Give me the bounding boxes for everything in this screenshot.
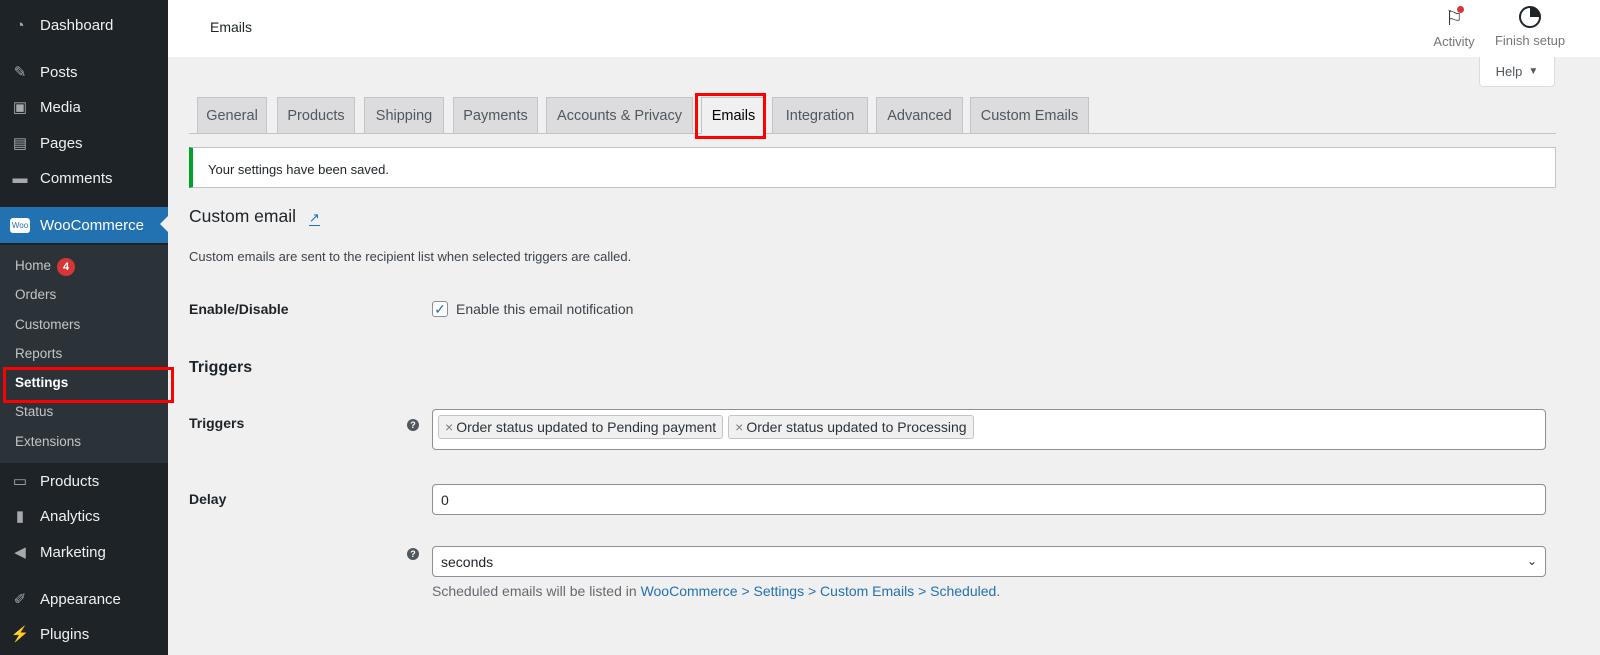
- menu-media[interactable]: ▣ Media: [0, 90, 168, 124]
- finish-setup-button[interactable]: Finish setup: [1492, 6, 1568, 48]
- tab-integration[interactable]: Integration: [772, 97, 868, 134]
- pin-icon: ✎: [13, 64, 27, 81]
- menu-label: Dashboard: [40, 16, 114, 34]
- remove-icon[interactable]: ×: [735, 419, 743, 435]
- plug-icon: ⚡: [10, 626, 30, 643]
- menu-pages[interactable]: ▤ Pages: [0, 126, 168, 160]
- section-description: Custom emails are sent to the recipient …: [189, 249, 632, 264]
- scheduled-link[interactable]: WooCommerce > Settings > Custom Emails >…: [641, 583, 997, 599]
- triggers-multiselect[interactable]: × Order status updated to Pending payment…: [432, 409, 1546, 450]
- highlight-settings: [3, 367, 174, 403]
- return-arrow-icon[interactable]: ↗: [308, 210, 320, 226]
- caret-down-icon: ▼: [1528, 66, 1539, 77]
- menu-woocommerce[interactable]: Woo WooCommerce: [0, 207, 168, 243]
- menu-plugins[interactable]: ⚡ Plugins: [0, 617, 168, 651]
- scheduled-note: Scheduled emails will be listed in WooCo…: [432, 583, 1000, 599]
- menu-appearance[interactable]: ✐ Appearance: [0, 582, 168, 616]
- remove-icon[interactable]: ×: [445, 419, 453, 435]
- enable-label: Enable/Disable: [189, 301, 289, 317]
- submenu-extensions[interactable]: Extensions: [15, 434, 81, 449]
- tab-custom-emails[interactable]: Custom Emails: [970, 97, 1089, 134]
- menu-label: Appearance: [40, 590, 121, 608]
- menu-label: WooCommerce: [40, 216, 144, 234]
- notification-badge: 4: [57, 258, 76, 276]
- menu-analytics[interactable]: ▮ Analytics: [0, 499, 168, 533]
- trigger-chip: × Order status updated to Pending payment: [438, 415, 724, 439]
- trigger-chip: × Order status updated to Processing: [728, 415, 974, 439]
- woo-logo: Woo: [9, 217, 31, 233]
- triggers-label: Triggers: [189, 415, 245, 431]
- activity-button[interactable]: ⚐ Activity: [1424, 6, 1484, 49]
- submenu-label: Home: [15, 258, 52, 273]
- brush-icon: ✐: [13, 591, 27, 608]
- menu-label: Posts: [40, 63, 78, 81]
- tab-payments[interactable]: Payments: [453, 97, 538, 134]
- progress-circle-icon: [1519, 6, 1541, 28]
- megaphone-icon: ◀: [14, 544, 26, 561]
- tab-shipping[interactable]: Shipping: [364, 97, 444, 134]
- admin-sidebar: ◔ Dashboard ✎ Posts ▣ Media ▤ Pages ▬ Comment…: [0, 0, 168, 655]
- submenu-status[interactable]: Status: [15, 404, 53, 419]
- submenu-customers[interactable]: Customers: [15, 317, 80, 332]
- note-text: Scheduled emails will be listed in: [432, 583, 641, 599]
- help-tip-icon[interactable]: ?: [407, 548, 419, 560]
- page-title: Emails: [210, 19, 253, 35]
- chip-label: Order status updated to Pending payment: [456, 419, 717, 435]
- finish-setup-label: Finish setup: [1494, 33, 1566, 48]
- help-button[interactable]: Help ▼: [1479, 57, 1555, 87]
- menu-label: Pages: [40, 134, 83, 152]
- woo-icon: Woo: [9, 216, 31, 234]
- checkbox-label: Enable this email notification: [456, 301, 634, 317]
- flag-icon: ⚐: [1445, 6, 1464, 30]
- menu-label: Media: [40, 98, 81, 116]
- settings-tabs: General Products Shipping Payments Accou…: [189, 97, 1556, 134]
- activity-label: Activity: [1433, 34, 1475, 49]
- delay-input[interactable]: 0: [432, 484, 1546, 515]
- tab-products[interactable]: Products: [277, 97, 355, 134]
- archive-icon: ▭: [12, 473, 28, 490]
- section-title-text: Custom email: [189, 206, 296, 226]
- dashboard-icon: ◔: [15, 16, 25, 34]
- checkbox-checked[interactable]: ✓: [432, 301, 448, 317]
- enable-checkbox-row[interactable]: ✓ Enable this email notification: [432, 301, 633, 317]
- pages-icon: ▤: [12, 135, 28, 152]
- menu-comments[interactable]: ▬ Comments: [0, 161, 168, 195]
- select-value: seconds: [441, 554, 494, 570]
- delay-label: Delay: [189, 491, 227, 507]
- chip-label: Order status updated to Processing: [746, 419, 967, 435]
- tab-general[interactable]: General: [197, 97, 267, 134]
- menu-posts[interactable]: ✎ Posts: [0, 55, 168, 89]
- menu-dashboard[interactable]: ◔ Dashboard: [0, 8, 168, 42]
- menu-products[interactable]: ▭ Products: [0, 464, 168, 498]
- help-tip-icon[interactable]: ?: [407, 419, 419, 431]
- tab-accounts-privacy[interactable]: Accounts & Privacy: [546, 97, 693, 134]
- submenu-orders[interactable]: Orders: [15, 287, 56, 302]
- menu-label: Analytics: [40, 507, 101, 525]
- menu-label: Plugins: [40, 625, 90, 643]
- chevron-down-icon: ⌄: [1526, 554, 1537, 568]
- success-notice: Your settings have been saved.: [189, 147, 1556, 188]
- menu-marketing[interactable]: ◀ Marketing: [0, 535, 168, 569]
- submenu-home[interactable]: Home 4: [15, 258, 76, 276]
- submenu-reports[interactable]: Reports: [15, 346, 62, 361]
- delay-unit-select[interactable]: seconds ⌄: [432, 546, 1546, 577]
- help-label: Help: [1495, 64, 1523, 79]
- menu-label: Products: [40, 472, 100, 490]
- note-suffix: .: [996, 583, 1001, 599]
- triggers-heading: Triggers: [189, 359, 253, 376]
- bar-chart-icon: ▮: [15, 508, 25, 525]
- media-icon: ▣: [12, 99, 28, 116]
- highlight-emails-tab: [695, 93, 766, 139]
- top-header: Emails ⚐ Activity Finish setup: [168, 0, 1600, 57]
- comment-icon: ▬: [12, 169, 28, 187]
- tab-advanced[interactable]: Advanced: [876, 97, 963, 134]
- section-title: Custom email ↗: [189, 206, 320, 227]
- menu-label: Comments: [40, 169, 113, 187]
- menu-label: Marketing: [40, 543, 106, 561]
